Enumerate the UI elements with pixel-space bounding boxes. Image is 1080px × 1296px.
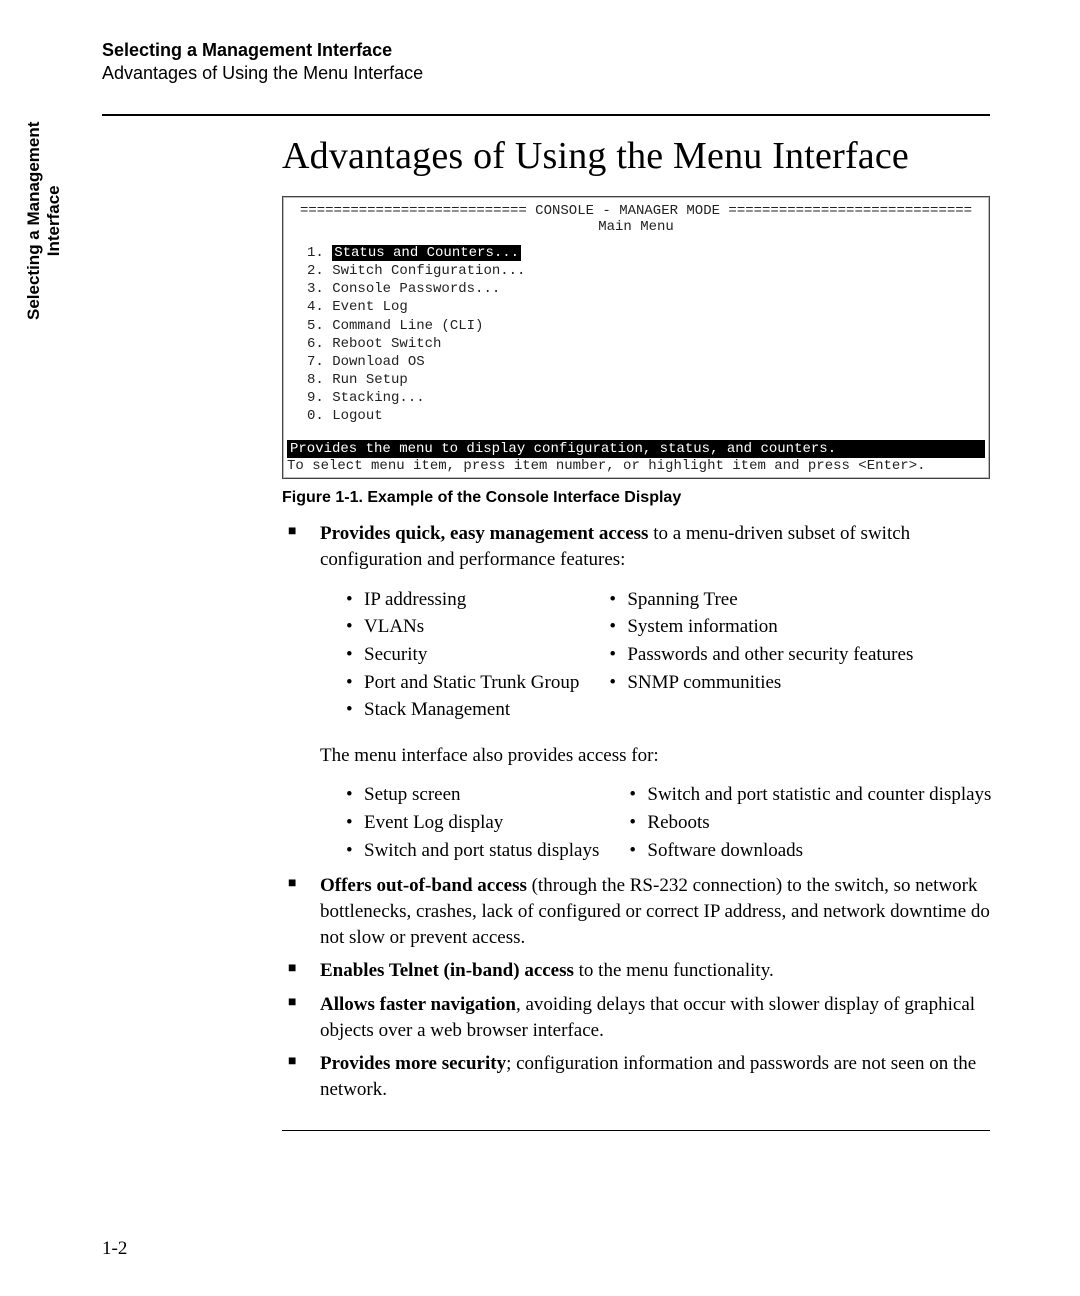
console-menu-item: 8. Run Setup [307,372,985,388]
advantage-item-2: Offers out-of-band access (through the R… [282,873,990,950]
feature-item: System information [607,614,913,640]
advantage-item-1: Provides quick, easy management access t… [282,521,990,865]
console-menu-item: 1. Status and Counters... [307,245,985,261]
console-menu-item: 0. Logout [307,408,985,424]
banner-mid: CONSOLE - MANAGER MODE [527,203,729,219]
menu-item-number: 2. [307,263,332,279]
side-tab-line1: Selecting a Management [24,122,44,320]
feature-item: Stack Management [344,697,579,723]
also-col2: Switch and port statistic and counter di… [627,780,991,865]
console-subtitle: Main Menu [287,219,985,235]
console-banner: =========================== CONSOLE - MA… [287,203,985,219]
advantage-item-4: Allows faster navigation, avoiding delay… [282,992,990,1043]
advantages-list: Provides quick, easy management access t… [282,521,990,1102]
adv5-lead: Provides more security [320,1053,506,1074]
also-columns: Setup screenEvent Log displaySwitch and … [344,780,990,865]
adv1-lead: Provides quick, easy management access [320,523,648,544]
menu-item-number: 0. [307,408,332,424]
console-menu-item: 2. Switch Configuration... [307,263,985,279]
console-menu-item: 3. Console Passwords... [307,281,985,297]
menu-item-number: 6. [307,336,332,352]
menu-item-number: 1. [307,245,332,261]
menu-item-label: Status and Counters... [332,245,521,261]
feature-item: VLANs [344,614,579,640]
feature-item: Spanning Tree [607,587,913,613]
feature-item: Switch and port statistic and counter di… [627,782,991,808]
console-menu-item: 7. Download OS [307,354,985,370]
section-title: Advantages of Using the Menu Interface [102,63,990,84]
bottom-rule [282,1130,990,1131]
console-menu-item: 9. Stacking... [307,390,985,406]
adv3-lead: Enables Telnet (in-band) access [320,960,574,981]
console-screenshot: =========================== CONSOLE - MA… [282,196,990,479]
adv4-lead: Allows faster navigation [320,994,516,1015]
menu-item-label: Logout [332,408,382,424]
console-menu-item: 6. Reboot Switch [307,336,985,352]
chapter-title: Selecting a Management Interface [102,40,990,61]
menu-item-label: Download OS [332,354,424,370]
banner-right: ============================= [728,203,972,219]
feature-item: Passwords and other security features [607,642,913,668]
page-number: 1-2 [102,1238,127,1260]
console-menu-item: 4. Event Log [307,299,985,315]
menu-item-number: 5. [307,318,332,334]
features-col1: IP addressingVLANsSecurityPort and Stati… [344,585,579,725]
feature-item: Setup screen [344,782,599,808]
figure-caption: Figure 1-1. Example of the Console Inter… [282,489,990,507]
feature-item: SNMP communities [607,670,913,696]
also-intro: The menu interface also provides access … [320,743,990,769]
console-menu-list: 1. Status and Counters...2. Switch Confi… [287,245,985,424]
advantage-item-3: Enables Telnet (in-band) access to the m… [282,958,990,984]
adv2-lead: Offers out-of-band access [320,875,527,896]
adv3-rest: to the menu functionality. [574,960,774,981]
menu-item-label: Console Passwords... [332,281,500,297]
console-hint: To select menu item, press item number, … [287,458,985,474]
feature-item: Reboots [627,810,991,836]
menu-item-label: Event Log [332,299,408,315]
page: Selecting a Management Interface Advanta… [0,0,1080,1296]
top-rule [102,114,990,116]
menu-item-number: 7. [307,354,332,370]
feature-item: Software downloads [627,838,991,864]
menu-item-number: 4. [307,299,332,315]
advantage-item-5: Provides more security; configuration in… [282,1051,990,1102]
banner-left: =========================== [300,203,527,219]
menu-item-label: Command Line (CLI) [332,318,483,334]
features-col2: Spanning TreeSystem informationPasswords… [607,585,913,725]
menu-item-number: 3. [307,281,332,297]
running-header: Selecting a Management Interface Advanta… [102,40,990,84]
side-tab: Selecting a Management Interface [24,122,64,320]
page-title: Advantages of Using the Menu Interface [282,134,990,178]
main-content: Advantages of Using the Menu Interface =… [282,134,990,1131]
feature-item: IP addressing [344,587,579,613]
feature-item: Security [344,642,579,668]
feature-item: Switch and port status displays [344,838,599,864]
menu-item-label: Switch Configuration... [332,263,525,279]
side-tab-line2: Interface [44,122,64,320]
features-columns: IP addressingVLANsSecurityPort and Stati… [344,585,990,725]
console-menu-item: 5. Command Line (CLI) [307,318,985,334]
also-col1: Setup screenEvent Log displaySwitch and … [344,780,599,865]
menu-item-label: Run Setup [332,372,408,388]
menu-item-label: Reboot Switch [332,336,441,352]
menu-item-number: 9. [307,390,332,406]
menu-item-label: Stacking... [332,390,424,406]
menu-item-number: 8. [307,372,332,388]
feature-item: Port and Static Trunk Group [344,670,579,696]
console-status-bar: Provides the menu to display configurati… [287,440,985,458]
feature-item: Event Log display [344,810,599,836]
